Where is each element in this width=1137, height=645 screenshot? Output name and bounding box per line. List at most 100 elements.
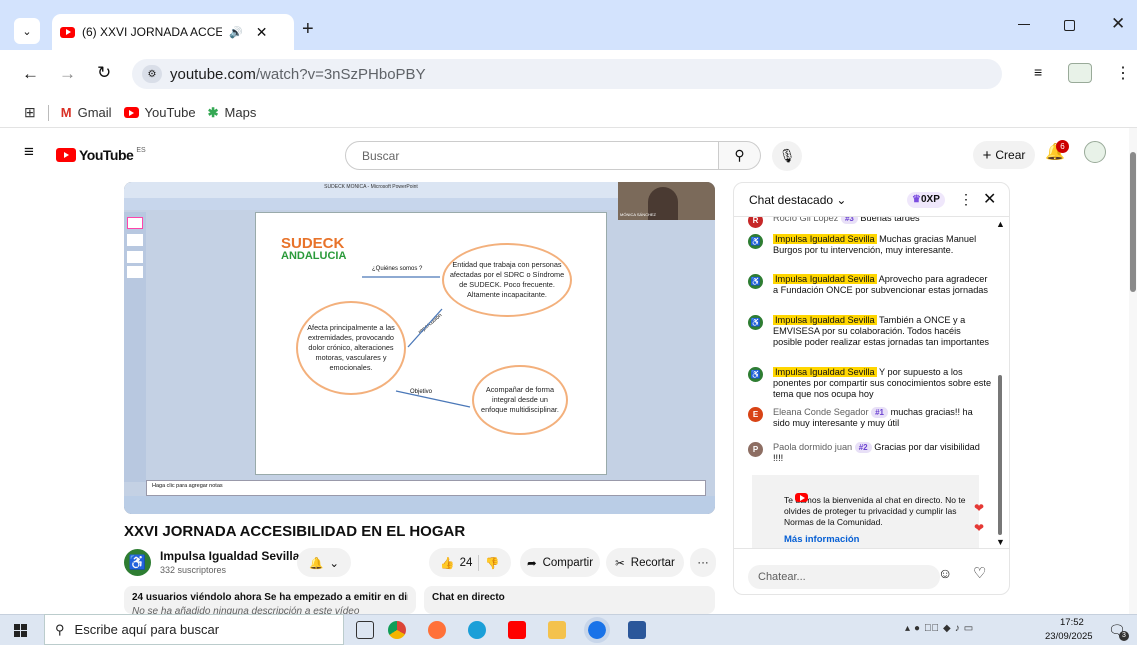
plus-icon: +	[982, 146, 992, 164]
page-scrollbar[interactable]	[1129, 128, 1137, 614]
account-avatar[interactable]	[1084, 141, 1106, 163]
edge-taskbar-icon[interactable]	[468, 621, 486, 639]
system-tray-time[interactable]: 17:52	[1060, 617, 1084, 628]
channel-name[interactable]: Impulsa Igualdad Sevilla	[160, 549, 299, 563]
chat-input[interactable]: Chatear...	[748, 565, 940, 589]
hamburger-menu-icon[interactable]: ≡	[24, 142, 34, 162]
live-chat-section[interactable]: Chat en directo	[424, 586, 715, 614]
chat-author-name[interactable]: Impulsa Igualdad Sevilla	[773, 274, 877, 284]
system-tray-date[interactable]: 23/09/2025	[1045, 631, 1093, 642]
youtube-icon	[123, 107, 139, 118]
back-icon[interactable]: ←	[22, 64, 39, 84]
share-button[interactable]: ➦ Compartir	[520, 548, 600, 577]
restore-icon[interactable]	[1064, 20, 1075, 31]
ppt-title: SUDECK MONICA - Microsoft PowerPoint	[324, 184, 418, 190]
youtube-taskbar-icon[interactable]	[508, 621, 526, 639]
chrome-taskbar-icon[interactable]	[388, 621, 406, 639]
ppt-status-bar	[124, 496, 715, 514]
like-button[interactable]: 👍 24	[440, 556, 472, 570]
chrome-menu-icon[interactable]: ⋮	[1115, 63, 1131, 83]
close-tab-icon[interactable]: ✕	[256, 24, 268, 41]
more-actions-button[interactable]: ···	[690, 548, 716, 577]
search-input[interactable]: Buscar	[345, 141, 719, 170]
tray-icons[interactable]: ▴●▣ﾞ◆♪▭	[905, 623, 977, 634]
ppt-notes-text: Haga clic para agregar notas	[152, 483, 223, 489]
ppt-thumb	[127, 217, 143, 229]
voice-search-button[interactable]: 🎙	[772, 141, 802, 171]
chat-author-name[interactable]: Impulsa Igualdad Sevilla	[773, 234, 877, 244]
new-tab-button[interactable]: +	[302, 18, 314, 41]
xp-pill[interactable]: ♛0XP	[907, 192, 945, 208]
chevron-down-icon: ⌄	[329, 557, 339, 570]
clip-button[interactable]: ✂ Recortar	[606, 548, 684, 577]
profile-avatar[interactable]	[1068, 63, 1092, 83]
ppt-thumb	[127, 234, 143, 246]
subscribed-button[interactable]: 🔔 ⌄	[297, 548, 351, 577]
minimize-icon[interactable]	[1018, 24, 1030, 25]
clip-label: Recortar	[630, 556, 675, 569]
site-info-icon[interactable]: ⚙	[142, 65, 162, 83]
chat-author-avatar[interactable]: E	[748, 407, 763, 422]
media-controls-icon[interactable]: ≡	[1034, 64, 1042, 80]
search-icon: ⚲	[55, 621, 65, 637]
video-player[interactable]: SUDECK MONICA - Microsoft PowerPoint SUD…	[124, 182, 715, 514]
omnibox[interactable]: ⚙ youtube.com/watch?v=3nSzPHboPBY	[132, 59, 1002, 89]
chat-mode-dropdown[interactable]: Chat destacado ⌄	[749, 193, 846, 207]
chrome-profile-taskbar-icon[interactable]	[584, 617, 610, 643]
description-box[interactable]: 24 usuarios viéndolo ahora Se ha empezad…	[124, 586, 416, 614]
app-taskbar-icon[interactable]	[628, 621, 646, 639]
bookmark-gmail[interactable]: M Gmail	[61, 105, 112, 120]
browser-tab[interactable]: (6) XXVI JORNADA ACCESIB 🔊 ✕	[52, 14, 294, 50]
task-view-icon[interactable]	[356, 621, 374, 639]
create-button[interactable]: + Crear	[973, 141, 1035, 169]
chat-author-avatar[interactable]: P	[748, 442, 763, 457]
url-path: /watch?v=3nSzPHboPBY	[255, 65, 426, 83]
chat-author-name[interactable]: Impulsa Igualdad Sevilla	[773, 367, 877, 377]
close-chat-icon[interactable]: ✕	[983, 189, 996, 209]
chat-author-name[interactable]: Eleana Conde Segador	[773, 407, 869, 417]
file-explorer-taskbar-icon[interactable]	[548, 621, 566, 639]
chat-author-avatar[interactable]: ♿	[748, 274, 763, 289]
ppt-notes-area: Haga clic para agregar notas	[146, 480, 706, 496]
chat-member-badge: #1	[871, 407, 888, 418]
chat-author-avatar[interactable]: ♿	[748, 234, 763, 249]
reload-icon[interactable]: ↻	[97, 63, 111, 83]
taskbar-search[interactable]: ⚲ Escribe aquí para buscar	[44, 614, 344, 645]
page-scrollbar-thumb[interactable]	[1130, 152, 1136, 292]
chat-author-avatar[interactable]: ♿	[748, 367, 763, 382]
tab-title: (6) XXVI JORNADA ACCESIB	[82, 25, 222, 39]
chat-scroll-down-icon[interactable]: ▼	[996, 537, 1005, 547]
chat-mode-label: Chat destacado	[749, 192, 834, 207]
audio-playing-icon[interactable]: 🔊	[229, 26, 243, 39]
forward-icon[interactable]: →	[59, 64, 76, 84]
bell-icon: 🔔	[309, 557, 324, 570]
chat-message-body: Impulsa Igualdad Sevilla Y por supuesto …	[773, 367, 992, 400]
chat-author-avatar[interactable]: R	[748, 217, 763, 228]
channel-avatar[interactable]: ♿	[124, 549, 151, 576]
more-info-link[interactable]: Más información	[784, 534, 971, 545]
chat-author-name[interactable]: Rocío Gil López	[773, 217, 838, 223]
chat-message: ♿ Impulsa Igualdad Sevilla Y por supuesto…	[748, 367, 992, 400]
chat-author-name[interactable]: Paola dormido juan	[773, 442, 852, 452]
chat-menu-icon[interactable]: ⋮	[959, 191, 973, 208]
chat-author-avatar[interactable]: ♿	[748, 315, 763, 330]
description-header: 24 usuarios viéndolo ahora Se ha empezad…	[132, 592, 408, 603]
close-window-icon[interactable]: ✕	[1111, 14, 1125, 34]
chat-message-text: Buenas tardes	[860, 217, 920, 223]
search-button[interactable]: ⚲	[719, 141, 761, 170]
emoji-picker-icon[interactable]: ☺	[938, 565, 952, 581]
bookmark-youtube[interactable]: YouTube	[123, 105, 196, 120]
youtube-logo[interactable]: YouTube ES	[56, 147, 146, 163]
firefox-taskbar-icon[interactable]	[428, 621, 446, 639]
heart-reaction-button[interactable]: ♡	[973, 564, 986, 582]
ppt-thumb	[127, 251, 143, 263]
chat-author-name[interactable]: Impulsa Igualdad Sevilla	[773, 315, 877, 325]
chat-scrollbar-thumb[interactable]	[998, 375, 1002, 535]
dislike-button[interactable]: 👎	[485, 556, 499, 570]
chat-message-body: Impulsa Igualdad Sevilla Muchas gracias …	[773, 234, 992, 256]
windows-start-icon[interactable]	[14, 624, 27, 637]
apps-grid-icon[interactable]: ⊞	[24, 104, 36, 121]
chat-scroll-up-icon[interactable]: ▲	[996, 219, 1005, 229]
bookmark-maps[interactable]: ✱ Maps	[208, 105, 257, 121]
tab-search-button[interactable]: ⌄	[14, 18, 40, 44]
